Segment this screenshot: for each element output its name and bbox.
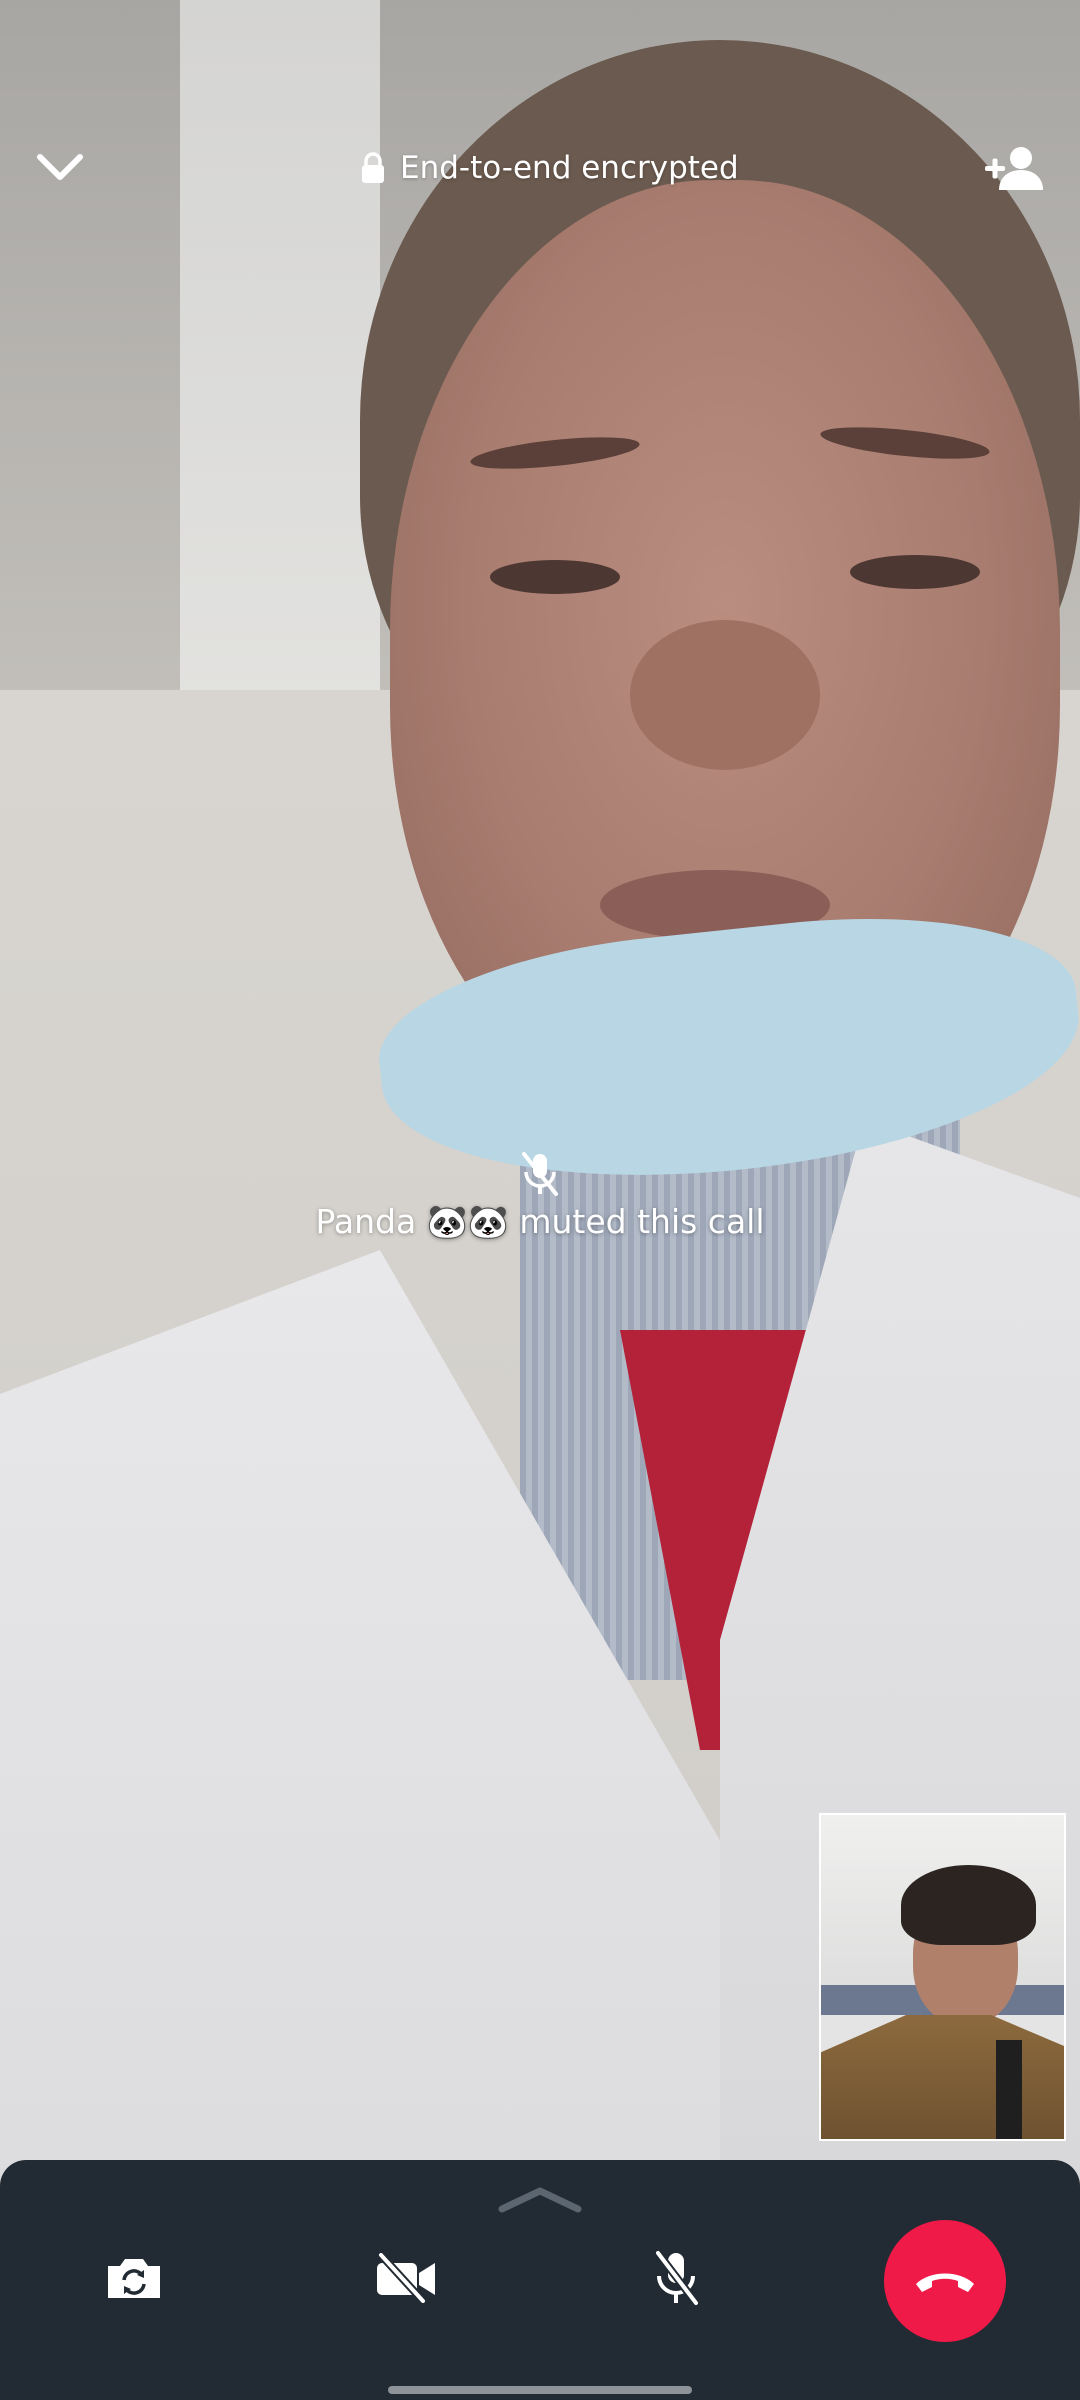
chevron-down-icon [37,154,83,180]
collapse-call-button[interactable] [20,128,100,208]
encryption-label: End-to-end encrypted [400,150,739,186]
encryption-badge: End-to-end encrypted [360,140,739,196]
self-video-jacket [821,2015,1064,2139]
muted-notice: Panda 🐼🐼 muted this call [0,1150,1080,1242]
remote-video-background-window [180,0,380,700]
mic-off-icon [522,1152,558,1196]
microphone-toggle-button[interactable] [616,2218,736,2338]
lock-icon [362,152,384,183]
chevron-up-icon [498,2187,582,2213]
video-off-icon [377,2253,435,2303]
expand-controls-handle[interactable] [498,2182,582,2216]
camera-flip-icon [108,2259,160,2298]
add-participant-button[interactable] [970,128,1060,208]
remote-participant-nose [630,620,820,770]
remote-participant-right-eye [850,555,980,589]
end-call-button[interactable] [884,2220,1006,2342]
muted-notice-text: Panda 🐼🐼 muted this call [315,1202,765,1241]
call-controls-panel [0,2160,1080,2400]
add-person-icon [985,147,1043,190]
self-video-hair [901,1865,1036,1945]
flip-camera-button[interactable] [74,2218,194,2338]
remote-participant-left-eye [490,560,620,594]
call-top-bar: End-to-end encrypted [0,120,1080,230]
home-indicator [388,2386,692,2394]
video-toggle-button[interactable] [346,2218,466,2338]
self-video-shirt [996,2040,1022,2139]
phone-hangup-icon [916,2273,974,2292]
mic-off-icon [654,2249,700,2307]
self-video-preview[interactable] [819,1813,1066,2141]
